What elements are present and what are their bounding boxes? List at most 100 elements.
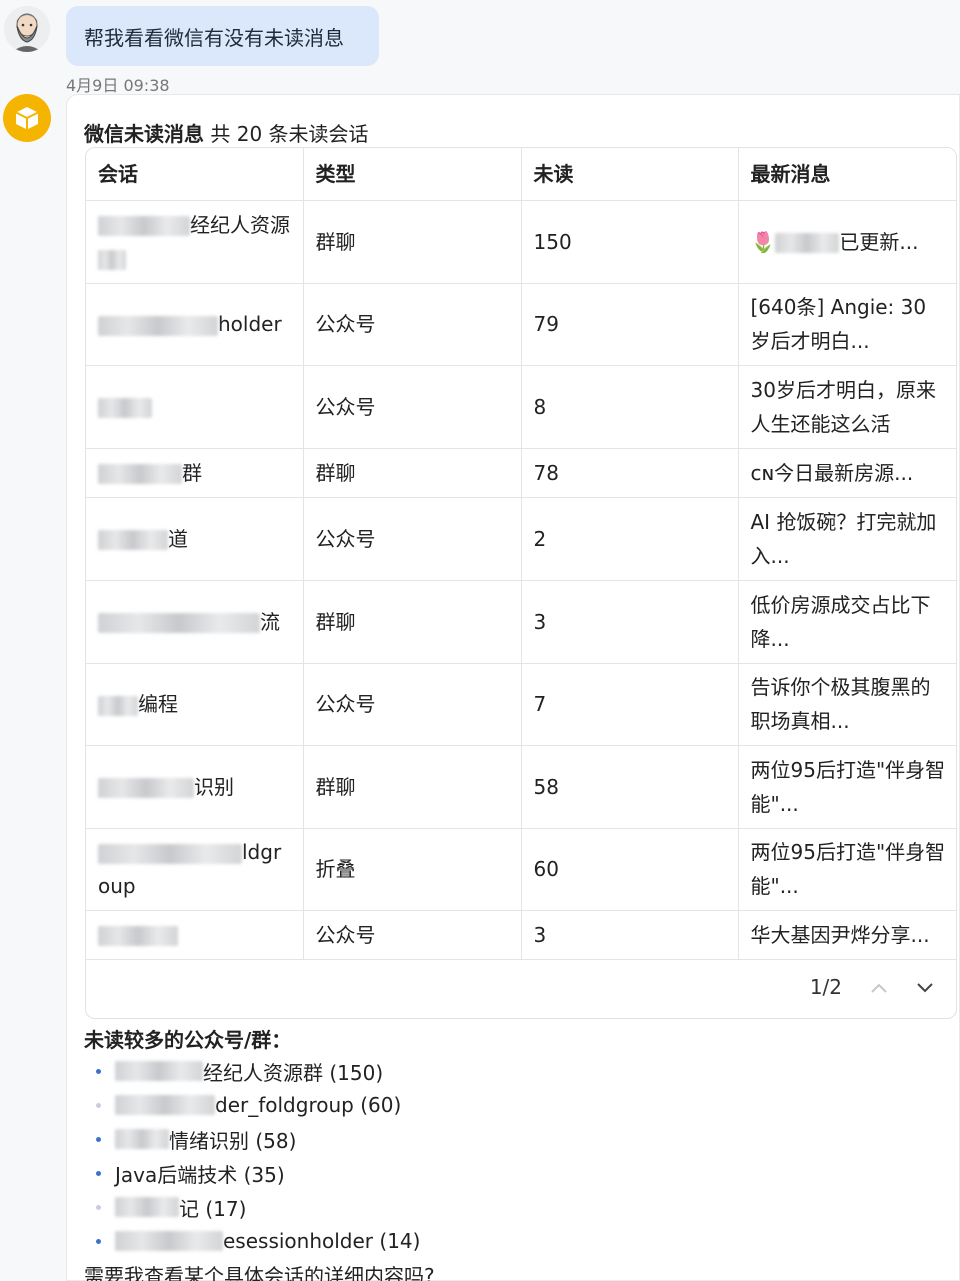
bullet-dot xyxy=(96,1238,101,1244)
conversation-type: 公众号 xyxy=(303,365,522,449)
table-row[interactable]: 编程 公众号 7 告诉你个极其腹黑的职场真相... xyxy=(86,663,956,746)
table-row[interactable]: 道 公众号 2 AI 抢饭碗？打完就加入... xyxy=(86,497,956,581)
bullet-dot xyxy=(96,1136,101,1142)
latest-message: 🌷 已更新... xyxy=(738,200,956,284)
table-row[interactable]: ldgroup 折叠 60 两位95后打造"伴身智能"... xyxy=(86,828,956,911)
unread-count: 79 xyxy=(521,283,739,366)
latest-message: [640条] Angie: 30岁后才明白... xyxy=(738,283,956,366)
tulip-emoji-icon: 🌷 xyxy=(750,229,776,254)
bullet-dot xyxy=(96,1068,101,1074)
conversation-name-text: 道 xyxy=(168,526,188,551)
user-message-text: 帮我看看微信有没有未读消息 xyxy=(84,25,344,50)
redacted-text xyxy=(98,695,138,716)
unread-count: 2 xyxy=(521,497,739,581)
redacted-text xyxy=(98,778,194,798)
redacted-text xyxy=(98,398,152,418)
redacted-text xyxy=(98,530,168,550)
header-type: 类型 xyxy=(303,148,522,201)
header-conversation: 会话 xyxy=(86,148,304,201)
table-header-row: 会话 类型 未读 最新消息 xyxy=(86,148,956,201)
unread-count: 3 xyxy=(521,910,739,960)
box-icon xyxy=(15,107,39,130)
unread-count: 58 xyxy=(521,745,739,829)
result-title: 微信未读消息 共 20 条未读会话 xyxy=(84,118,369,147)
message-timestamp: 4月9日 09:38 xyxy=(66,76,170,95)
user-avatar[interactable] xyxy=(4,6,50,52)
followup-question: 需要我查看某个具体会话的详细内容吗? xyxy=(84,1264,435,1281)
redacted-text xyxy=(98,250,126,270)
page-indicator: 1/2 xyxy=(809,975,842,999)
list-item: 记 (17) xyxy=(96,1190,420,1224)
redacted-text xyxy=(98,843,242,864)
list-item: der_foldgroup (60) xyxy=(96,1088,420,1122)
table-row[interactable]: 流 群聊 3 低价房源成交占比下降... xyxy=(86,580,956,664)
latest-message: 低价房源成交占比下降... xyxy=(738,580,956,664)
top-unread-list: 经纪人资源群 (150) der_foldgroup (60) 情绪识别 (58… xyxy=(96,1054,420,1258)
latest-message: AI 抢饭碗？打完就加入... xyxy=(738,497,956,581)
bullet-dot xyxy=(96,1170,101,1176)
chevron-down-icon[interactable] xyxy=(916,975,934,999)
redacted-text xyxy=(115,1095,215,1115)
conversation-name-text: 编程 xyxy=(138,692,178,716)
list-item-text: Java后端技术 (35) xyxy=(115,1162,285,1187)
user-message-bubble: 帮我看看微信有没有未读消息 xyxy=(66,6,379,66)
conversation-type: 公众号 xyxy=(303,497,522,581)
list-item-text: 记 (17) xyxy=(179,1196,247,1221)
unread-count: 8 xyxy=(521,365,739,449)
list-item: 经纪人资源群 (150) xyxy=(96,1054,420,1088)
redacted-text xyxy=(115,1197,179,1217)
conversation-name: 群 xyxy=(86,448,304,498)
table-pagination: 1/2 xyxy=(86,956,956,1018)
conversation-type: 群聊 xyxy=(303,580,522,664)
table-row[interactable]: 经纪人资源 群聊 150 🌷 已更新... xyxy=(86,200,956,284)
conversation-name: 经纪人资源 xyxy=(86,200,304,284)
bullet-dot xyxy=(96,1102,101,1108)
bot-avatar[interactable] xyxy=(3,94,51,142)
table-row[interactable]: 群 群聊 78 ᴄɴ今日最新房源... xyxy=(86,448,956,498)
latest-message: 告诉你个极其腹黑的职场真相... xyxy=(738,663,956,746)
unread-count: 60 xyxy=(521,828,739,911)
redacted-text xyxy=(98,216,190,236)
result-title-bold: 微信未读消息 xyxy=(84,122,204,146)
unread-count: 7 xyxy=(521,663,739,746)
list-item-text: der_foldgroup (60) xyxy=(215,1093,402,1117)
conversation-name: 识别 xyxy=(86,745,304,829)
result-title-count: 共 20 条未读会话 xyxy=(204,122,369,146)
conversation-name: 流 xyxy=(86,580,304,664)
unread-table: 会话 类型 未读 最新消息 经纪人资源 群聊 150 🌷 已更新... holde… xyxy=(85,147,957,1019)
redacted-text xyxy=(98,315,218,336)
chevron-up-icon[interactable] xyxy=(870,975,888,999)
redacted-text xyxy=(775,233,840,253)
bearded-man-avatar-icon xyxy=(4,6,50,52)
list-item-text: esessionholder (14) xyxy=(223,1229,421,1253)
redacted-text xyxy=(98,464,182,484)
conversation-name-text: 经纪人资源 xyxy=(190,212,290,237)
top-unread-heading: 未读较多的公众号/群： xyxy=(84,1028,292,1052)
latest-message: 30岁后才明白，原来人生还能这么活 xyxy=(738,365,956,449)
conversation-type: 公众号 xyxy=(303,283,522,366)
conversation-name-text: 识别 xyxy=(194,774,234,799)
conversation-name xyxy=(86,365,304,449)
conversation-name-text: 流 xyxy=(260,609,280,634)
conversation-name: ldgroup xyxy=(86,828,304,911)
latest-message-text: 已更新... xyxy=(839,229,919,254)
conversation-name: holder xyxy=(86,283,304,366)
redacted-text xyxy=(115,1061,203,1081)
header-unread: 未读 xyxy=(521,148,739,201)
conversation-type: 群聊 xyxy=(303,745,522,829)
redacted-text xyxy=(115,1231,223,1251)
list-item: esessionholder (14) xyxy=(96,1224,420,1258)
list-item: 情绪识别 (58) xyxy=(96,1122,420,1156)
table-row[interactable]: 公众号 3 华大基因尹烨分享... xyxy=(86,910,956,960)
conversation-type: 折叠 xyxy=(303,828,522,911)
conversation-name: 编程 xyxy=(86,663,304,746)
redacted-text xyxy=(115,1129,169,1149)
table-row[interactable]: holder 公众号 79 [640条] Angie: 30岁后才明白... xyxy=(86,283,956,366)
latest-message: 两位95后打造"伴身智能"... xyxy=(738,828,956,911)
conversation-type: 群聊 xyxy=(303,200,522,284)
conversation-name: 道 xyxy=(86,497,304,581)
table-row[interactable]: 识别 群聊 58 两位95后打造"伴身智能"... xyxy=(86,745,956,829)
table-row[interactable]: 公众号 8 30岁后才明白，原来人生还能这么活 xyxy=(86,365,956,449)
list-item-text: 情绪识别 (58) xyxy=(169,1128,297,1153)
conversation-name-text: 群 xyxy=(182,460,202,485)
